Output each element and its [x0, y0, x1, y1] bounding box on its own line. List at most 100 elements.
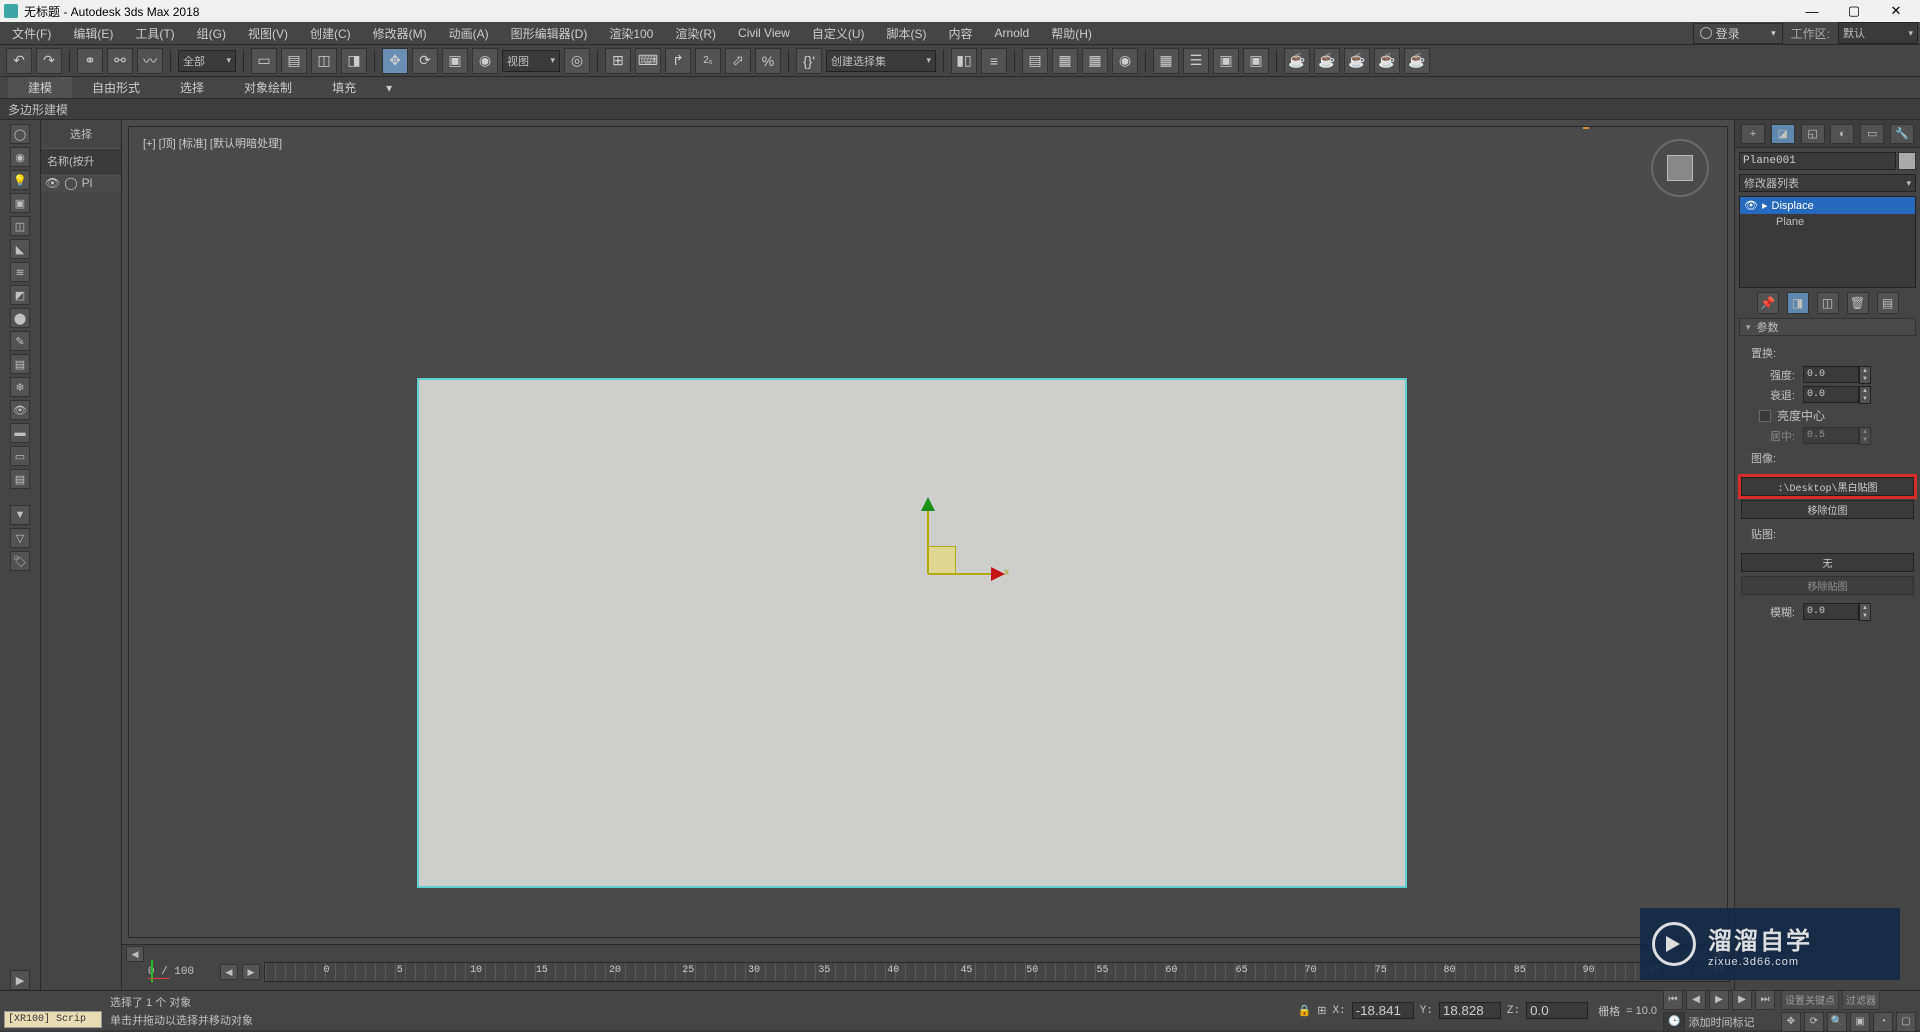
modifier-stack[interactable]: 👁 ▸ Displace Plane: [1739, 196, 1916, 288]
coord-y[interactable]: [1439, 1002, 1501, 1019]
blur-input[interactable]: [1803, 603, 1859, 620]
window-crossing-button[interactable]: ◨: [341, 48, 367, 74]
named-sel-button[interactable]: {}': [796, 48, 822, 74]
remove-modifier-button[interactable]: 🗑: [1847, 292, 1869, 314]
time-prev[interactable]: ◀: [220, 964, 238, 980]
tab-freeform[interactable]: 自由形式: [72, 77, 160, 98]
menu-edit[interactable]: 编辑(E): [63, 22, 123, 45]
tab-modeling[interactable]: 建模: [8, 77, 72, 98]
scale-button[interactable]: ▣: [442, 48, 468, 74]
ltool-02[interactable]: ◉: [10, 147, 30, 167]
nav-orbit-button[interactable]: ⟳: [1804, 1012, 1824, 1032]
spinner-snap-button[interactable]: %: [755, 48, 781, 74]
render-setup-button[interactable]: ▦: [1153, 48, 1179, 74]
login-dropdown[interactable]: 登录 ▾: [1693, 23, 1783, 44]
set-key-button[interactable]: 设置关键点: [1781, 990, 1839, 1010]
align-button[interactable]: ≡: [981, 48, 1007, 74]
panel-motion-tab[interactable]: ◐: [1830, 124, 1854, 144]
spin-up[interactable]: ▲: [1860, 367, 1870, 375]
scroll-left[interactable]: ◀: [126, 946, 144, 962]
strength-input[interactable]: [1803, 366, 1859, 383]
stack-plane[interactable]: Plane: [1740, 214, 1915, 230]
map-button[interactable]: 无: [1741, 553, 1914, 572]
ltool-tri[interactable]: ▽: [10, 528, 30, 548]
unlink-button[interactable]: ⚯: [107, 48, 133, 74]
ltool-09[interactable]: ⬤: [10, 308, 30, 328]
next-frame-button[interactable]: ▶: [1732, 990, 1752, 1010]
stack-displace[interactable]: 👁 ▸ Displace: [1740, 197, 1915, 214]
link-button[interactable]: ⚭: [77, 48, 103, 74]
coord-x[interactable]: [1352, 1002, 1414, 1019]
viewport[interactable]: [+] [顶] [标准] [默认明暗处理] x: [128, 126, 1728, 938]
teapot2-icon[interactable]: ☕: [1314, 48, 1340, 74]
ltool-03[interactable]: 💡: [10, 170, 30, 190]
nav-pan-button[interactable]: ✥: [1781, 1012, 1801, 1032]
pivot-button[interactable]: ◎: [564, 48, 590, 74]
view-cube[interactable]: [1651, 139, 1709, 197]
lock-icon[interactable]: 🔒: [1298, 1004, 1312, 1017]
ltool-01[interactable]: ◯: [10, 124, 30, 144]
view-cube-face[interactable]: [1667, 155, 1693, 181]
ltool-play[interactable]: ▶: [10, 970, 30, 990]
modifier-list-dropdown[interactable]: 修改器列表: [1739, 174, 1916, 192]
goto-end-button[interactable]: ⏭: [1755, 990, 1775, 1010]
ltool-06[interactable]: ◣: [10, 239, 30, 259]
rollout-parameters[interactable]: 参数: [1739, 318, 1916, 336]
ltool-15[interactable]: ▭: [10, 446, 30, 466]
ltool-10[interactable]: ✎: [10, 331, 30, 351]
scene-item-plane[interactable]: 👁 ◯ Pl: [41, 174, 121, 192]
redo-button[interactable]: ↷: [36, 48, 62, 74]
remove-bitmap-button[interactable]: 移除位图: [1741, 500, 1914, 519]
keyboard-button[interactable]: ⌨: [635, 48, 661, 74]
pin-stack-button[interactable]: 📌: [1757, 292, 1779, 314]
teapot4-icon[interactable]: ☕: [1374, 48, 1400, 74]
nav-zoom-button[interactable]: 🔍: [1827, 1012, 1847, 1032]
select-button[interactable]: ▭: [251, 48, 277, 74]
teapot1-icon[interactable]: ☕: [1284, 48, 1310, 74]
time-next[interactable]: ▶: [242, 964, 260, 980]
ltool-16[interactable]: ▤: [10, 469, 30, 489]
remove-map-button[interactable]: 移除贴图: [1741, 576, 1914, 595]
maxscript-listener[interactable]: [XR100] Scrip: [4, 1011, 102, 1028]
ltool-04[interactable]: ▣: [10, 193, 30, 213]
menu-arnold[interactable]: Arnold: [985, 23, 1040, 43]
nav-max-button[interactable]: ▢: [1896, 1012, 1916, 1032]
spin-down[interactable]: ▼: [1860, 612, 1870, 620]
nav-zoomext-button[interactable]: ▣: [1850, 1012, 1870, 1032]
render-button[interactable]: ▣: [1213, 48, 1239, 74]
tab-objectpaint[interactable]: 对象绘制: [224, 77, 312, 98]
snap-toggle-button[interactable]: ↱: [665, 48, 691, 74]
goto-start-button[interactable]: ⏮: [1663, 990, 1683, 1010]
layer-button[interactable]: ▤: [1022, 48, 1048, 74]
spin-up[interactable]: ▲: [1860, 604, 1870, 612]
move-button[interactable]: ✥: [382, 48, 408, 74]
teapot5-icon[interactable]: ☕: [1404, 48, 1430, 74]
menu-modifiers[interactable]: 修改器(M): [363, 22, 437, 45]
coord-mode-icon[interactable]: ⊞: [1317, 1004, 1326, 1017]
ltool-11[interactable]: ▤: [10, 354, 30, 374]
close-button[interactable]: ✕: [1876, 1, 1916, 21]
ltool-12[interactable]: ❄: [10, 377, 30, 397]
ltool-14[interactable]: ▬: [10, 423, 30, 443]
menu-content[interactable]: 内容: [939, 22, 983, 45]
tab-selection[interactable]: 选择: [160, 77, 224, 98]
eye-icon[interactable]: 👁: [1744, 199, 1758, 212]
teapot3-icon[interactable]: ☕: [1344, 48, 1370, 74]
menu-animation[interactable]: 动画(A): [439, 22, 499, 45]
configure-sets-button[interactable]: ▤: [1877, 292, 1899, 314]
coord-z[interactable]: [1526, 1002, 1588, 1019]
tab-populate[interactable]: 填充: [312, 77, 376, 98]
expand-icon[interactable]: ▸: [1762, 199, 1768, 212]
panel-utilities-tab[interactable]: 🔧: [1890, 124, 1914, 144]
named-sel-dropdown[interactable]: 创建选择集: [826, 50, 936, 72]
menu-views[interactable]: 视图(V): [238, 22, 298, 45]
tab-overflow-icon[interactable]: ▾: [376, 77, 402, 98]
minimize-button[interactable]: —: [1792, 1, 1832, 21]
gizmo-xy-plane[interactable]: [928, 546, 956, 574]
menu-group[interactable]: 组(G): [187, 22, 236, 45]
key-filters-button[interactable]: 过滤器: [1842, 990, 1880, 1010]
ltool-05[interactable]: ◫: [10, 216, 30, 236]
scene-sort-header[interactable]: 名称(按升: [41, 148, 121, 174]
menu-file[interactable]: 文件(F): [2, 22, 61, 45]
schematic-button[interactable]: ▦: [1082, 48, 1108, 74]
